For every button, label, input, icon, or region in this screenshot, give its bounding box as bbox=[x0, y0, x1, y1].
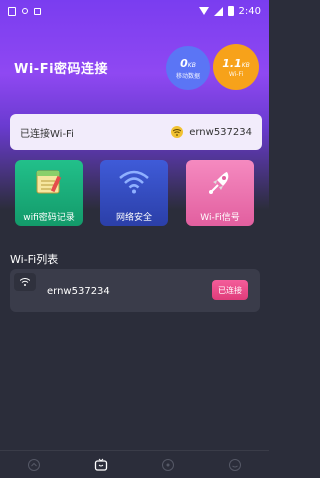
connected-label: 已连接Wi-Fi bbox=[20, 128, 74, 140]
tile-label-network-security: 网络安全 bbox=[115, 213, 152, 223]
battery-icon bbox=[227, 6, 234, 16]
mobile-data-unit: KB bbox=[187, 61, 196, 69]
wifi-item-icon bbox=[14, 273, 36, 291]
tile-label-wifi-password-records: wifi密码记录 bbox=[23, 213, 75, 223]
wifi-status-icon bbox=[198, 7, 209, 15]
wifi-badge-icon bbox=[171, 126, 184, 138]
smile-icon[interactable] bbox=[228, 458, 242, 472]
wifi-list-title: Wi-Fi列表 bbox=[10, 253, 59, 266]
wifi-data-unit: KB bbox=[241, 61, 250, 69]
tv-icon[interactable] bbox=[94, 458, 108, 472]
tile-label-wifi-signal: Wi-Fi信号 bbox=[200, 213, 240, 223]
connected-wifi-card[interactable]: 已连接Wi-Fi ernw537234 bbox=[10, 114, 262, 150]
wifi-item-ssid: ernw537234 bbox=[47, 286, 110, 297]
bottom-nav bbox=[0, 450, 269, 478]
notification-square-icon bbox=[34, 7, 41, 15]
target-icon[interactable] bbox=[161, 458, 175, 472]
mobile-data-stat: 0KB 移动数据 bbox=[166, 46, 210, 90]
cell-signal-icon bbox=[213, 6, 223, 16]
status-bar: 2:40 bbox=[0, 0, 269, 22]
mobile-data-value: 0 bbox=[180, 56, 188, 70]
connected-ssid-group: ernw537234 bbox=[171, 126, 252, 138]
wifi-data-value: 1.1 bbox=[222, 56, 242, 70]
notebook-icon bbox=[36, 170, 62, 194]
rocket-icon bbox=[209, 172, 229, 194]
connected-ssid: ernw537234 bbox=[189, 126, 252, 138]
wifi-signal-icon bbox=[119, 170, 149, 194]
status-time: 2:40 bbox=[238, 5, 261, 17]
connected-button[interactable]: 已连接 bbox=[212, 280, 248, 300]
screenshot-icon bbox=[22, 8, 28, 14]
battery-saver-icon bbox=[8, 6, 16, 16]
wifi-data-label: Wi-Fi bbox=[228, 70, 244, 78]
home-icon[interactable] bbox=[27, 458, 41, 472]
mobile-data-label: 移动数据 bbox=[175, 72, 200, 80]
wifi-list-item[interactable]: ernw537234 已连接 bbox=[10, 269, 260, 312]
wifi-data-stat: 1.1KB Wi-Fi bbox=[213, 44, 259, 90]
app-title: Wi-Fi密码连接 bbox=[14, 62, 109, 77]
